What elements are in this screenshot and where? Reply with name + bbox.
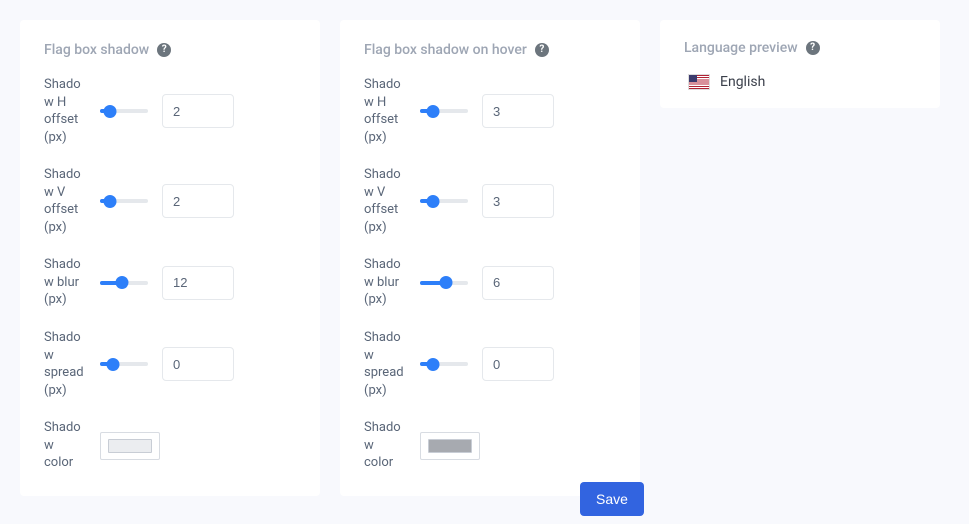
field-label: Shadow blur (px) (364, 256, 406, 309)
field-label: Shadow spread (px) (364, 329, 406, 399)
language-preview-item[interactable]: English (684, 74, 916, 90)
field-label: Shadow spread (px) (44, 329, 86, 399)
shadow-h-offset-row: Shadow H offset (px) (44, 76, 296, 146)
panel-title-text: Flag box shadow on hover (364, 42, 527, 58)
shadow-color-row: Shadow color (44, 419, 296, 472)
panel-title: Flag box shadow on hover ? (364, 42, 616, 58)
color-swatch-icon (108, 439, 152, 453)
shadow-blur-input[interactable] (162, 266, 234, 300)
panel-title-text: Language preview (684, 40, 798, 56)
shadow-v-offset-slider[interactable] (420, 194, 468, 208)
shadow-spread-input[interactable] (482, 347, 554, 381)
shadow-v-offset-row: Shadow V offset (px) (44, 166, 296, 236)
shadow-v-offset-input[interactable] (482, 184, 554, 218)
panel-title-text: Flag box shadow (44, 42, 149, 58)
flag-shadow-hover-panel: Flag box shadow on hover ? Shadow H offs… (340, 20, 640, 496)
shadow-h-offset-input[interactable] (162, 94, 234, 128)
shadow-spread-row: Shadow spread (px) (364, 329, 616, 399)
shadow-spread-row: Shadow spread (px) (44, 329, 296, 399)
shadow-spread-slider[interactable] (100, 357, 148, 371)
flag-shadow-panel: Flag box shadow ? Shadow H offset (px) S… (20, 20, 320, 496)
panel-title: Language preview ? (684, 40, 916, 56)
shadow-color-picker[interactable] (100, 432, 160, 460)
color-swatch-icon (428, 439, 472, 453)
help-icon[interactable]: ? (806, 41, 820, 55)
shadow-h-offset-row: Shadow H offset (px) (364, 76, 616, 146)
shadow-blur-input[interactable] (482, 266, 554, 300)
shadow-h-offset-input[interactable] (482, 94, 554, 128)
shadow-h-offset-slider[interactable] (420, 104, 468, 118)
shadow-spread-input[interactable] (162, 347, 234, 381)
field-label: Shadow blur (px) (44, 256, 86, 309)
shadow-color-picker[interactable] (420, 432, 480, 460)
us-flag-icon (688, 74, 710, 90)
field-label: Shadow V offset (px) (364, 166, 406, 236)
field-label: Shadow V offset (px) (44, 166, 86, 236)
shadow-blur-row: Shadow blur (px) (44, 256, 296, 309)
shadow-v-offset-row: Shadow V offset (px) (364, 166, 616, 236)
save-button[interactable]: Save (580, 482, 644, 516)
shadow-h-offset-slider[interactable] (100, 104, 148, 118)
field-label: Shadow color (364, 419, 406, 472)
help-icon[interactable]: ? (535, 43, 549, 57)
field-label: Shadow H offset (px) (44, 76, 86, 146)
shadow-blur-slider[interactable] (100, 276, 148, 290)
language-preview-panel: Language preview ? English (660, 20, 940, 108)
shadow-color-row: Shadow color (364, 419, 616, 472)
help-icon[interactable]: ? (157, 43, 171, 57)
shadow-blur-slider[interactable] (420, 276, 468, 290)
shadow-blur-row: Shadow blur (px) (364, 256, 616, 309)
field-label: Shadow H offset (px) (364, 76, 406, 146)
shadow-v-offset-slider[interactable] (100, 194, 148, 208)
language-label: English (720, 74, 765, 90)
shadow-v-offset-input[interactable] (162, 184, 234, 218)
panel-title: Flag box shadow ? (44, 42, 296, 58)
shadow-spread-slider[interactable] (420, 357, 468, 371)
field-label: Shadow color (44, 419, 86, 472)
